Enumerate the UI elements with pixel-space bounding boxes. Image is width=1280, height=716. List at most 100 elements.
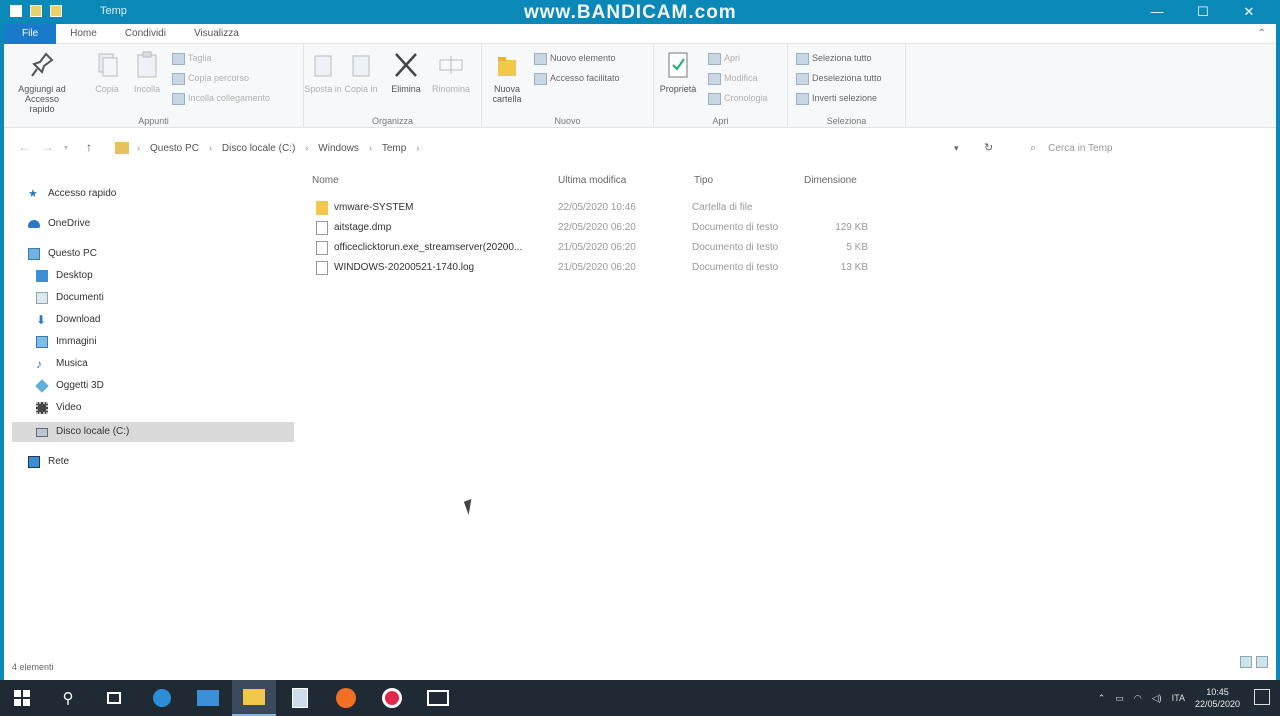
- task-view-button[interactable]: [92, 680, 136, 716]
- ribbon-collapse-icon[interactable]: ⌃: [1258, 28, 1266, 39]
- forward-arrow-icon[interactable]: →: [42, 140, 54, 154]
- breadcrumb-temp[interactable]: Temp: [382, 143, 406, 154]
- file-modified: 22/05/2020 06:20: [558, 222, 636, 233]
- breadcrumb-windows[interactable]: Windows: [318, 143, 359, 154]
- invert-selection-button[interactable]: Inverti selezione: [796, 90, 877, 106]
- recent-chevron-down-icon[interactable]: ▾: [64, 143, 68, 152]
- breadcrumb-sep-icon[interactable]: ›: [209, 143, 212, 153]
- refresh-icon[interactable]: ↻: [984, 141, 993, 154]
- breadcrumb-this-pc[interactable]: Questo PC: [150, 143, 199, 154]
- start-button[interactable]: [0, 680, 44, 716]
- folder-icon: [115, 142, 129, 154]
- network-tray-icon[interactable]: ▭: [1115, 693, 1124, 704]
- paste-shortcut-button[interactable]: Incolla collegamento: [172, 90, 270, 106]
- properties-icon[interactable]: [10, 5, 22, 17]
- select-all-button[interactable]: Seleziona tutto: [796, 50, 872, 66]
- tab-file[interactable]: File: [4, 24, 57, 44]
- breadcrumb-sep-icon[interactable]: ›: [137, 143, 140, 153]
- column-header-name[interactable]: Nome: [312, 175, 339, 186]
- chevron-up-icon[interactable]: ⌃: [1098, 693, 1106, 704]
- open-button[interactable]: Apri: [708, 50, 740, 66]
- star-icon: ★: [28, 188, 38, 200]
- history-button[interactable]: Cronologia: [708, 90, 768, 106]
- copy-path-button[interactable]: Copia percorso: [172, 70, 249, 86]
- search-box[interactable]: ⌕ Cerca in Temp: [1022, 137, 1258, 159]
- file-row[interactable]: officeclicktorun.exe_streamserver(20200.…: [312, 238, 892, 258]
- search-taskbar-button[interactable]: ⚲: [46, 680, 90, 716]
- task-view-icon: [107, 692, 121, 704]
- language-indicator[interactable]: ITA: [1172, 693, 1185, 703]
- edit-button[interactable]: Modifica: [708, 70, 758, 86]
- close-button[interactable]: ✕: [1226, 0, 1272, 24]
- breadcrumb-drive[interactable]: Disco locale (C:): [222, 143, 295, 154]
- text-file-icon: [316, 261, 328, 275]
- nav-onedrive[interactable]: OneDrive: [28, 214, 90, 234]
- file-explorer-taskbar-button[interactable]: [232, 680, 276, 716]
- back-arrow-icon[interactable]: ←: [18, 140, 30, 154]
- nav-videos[interactable]: Video: [36, 398, 81, 418]
- tab-share[interactable]: Condividi: [111, 24, 180, 44]
- breadcrumb-sep-icon[interactable]: ›: [416, 143, 419, 153]
- address-history-chevron-icon[interactable]: ▾: [954, 143, 959, 154]
- edge-taskbar-button[interactable]: [140, 680, 184, 716]
- nav-pictures[interactable]: Immagini: [36, 332, 97, 352]
- photos-taskbar-button[interactable]: [416, 680, 460, 716]
- new-item-dropdown[interactable]: Nuovo elemento: [534, 50, 616, 66]
- file-row[interactable]: WINDOWS-20200521-1740.log 21/05/2020 06:…: [312, 258, 892, 278]
- file-row[interactable]: aitstage.dmp 22/05/2020 06:20 Documento …: [312, 218, 892, 238]
- navigation-pane: ★ Accesso rapido OneDrive Questo PC Desk…: [4, 172, 296, 672]
- nav-local-disk[interactable]: Disco locale (C:): [12, 422, 294, 442]
- minimize-button[interactable]: —: [1134, 0, 1180, 24]
- nav-music[interactable]: ♪ Musica: [36, 354, 88, 374]
- app-taskbar-button[interactable]: [278, 680, 322, 716]
- nav-this-pc[interactable]: Questo PC: [28, 244, 97, 264]
- new-folder-button[interactable]: Nuova cartella: [486, 50, 528, 104]
- search-placeholder: Cerca in Temp: [1048, 142, 1113, 154]
- breadcrumb-sep-icon[interactable]: ›: [305, 143, 308, 153]
- volume-icon[interactable]: ◁): [1152, 693, 1162, 704]
- maximize-button[interactable]: ☐: [1180, 0, 1226, 24]
- copy-to-button[interactable]: Copia in: [342, 50, 380, 94]
- breadcrumb-sep-icon[interactable]: ›: [369, 143, 372, 153]
- column-header-size[interactable]: Dimensione: [804, 175, 857, 186]
- clock[interactable]: 10:45 22/05/2020: [1195, 686, 1240, 710]
- column-header-modified[interactable]: Ultima modifica: [558, 175, 626, 186]
- details-view-icon[interactable]: [1240, 656, 1252, 668]
- nav-3d-objects[interactable]: Oggetti 3D: [35, 376, 104, 396]
- mail-taskbar-button[interactable]: [186, 680, 230, 716]
- delete-button[interactable]: Elimina: [386, 50, 426, 94]
- move-to-icon: [314, 55, 332, 77]
- nav-network[interactable]: Rete: [28, 452, 69, 472]
- cut-button[interactable]: Taglia: [172, 50, 212, 66]
- pin-quick-access-button[interactable]: Aggiungi ad Accesso rapido: [12, 50, 72, 114]
- move-to-button[interactable]: Sposta in: [304, 50, 342, 94]
- tab-home[interactable]: Home: [56, 24, 111, 44]
- column-header-type[interactable]: Tipo: [694, 175, 713, 186]
- select-none-button[interactable]: Deseleziona tutto: [796, 70, 882, 86]
- folder-icon: [243, 689, 265, 705]
- group-label-new: Nuovo: [554, 116, 581, 126]
- new-folder-icon[interactable]: [30, 5, 42, 17]
- properties-button[interactable]: Proprietà: [654, 50, 702, 94]
- large-icons-view-icon[interactable]: [1256, 656, 1268, 668]
- rename-button[interactable]: Rinomina: [428, 50, 474, 94]
- folder-icon: [50, 5, 62, 17]
- paste-button[interactable]: Incolla: [128, 50, 166, 94]
- wifi-icon[interactable]: ◠: [1134, 693, 1142, 704]
- tab-view[interactable]: Visualizza: [180, 24, 253, 44]
- nav-desktop[interactable]: Desktop: [36, 266, 93, 286]
- nav-documents[interactable]: Documenti: [36, 288, 104, 308]
- nav-quick-access[interactable]: ★ Accesso rapido: [28, 184, 116, 204]
- breadcrumb[interactable]: › Questo PC › Disco locale (C:) › Window…: [108, 137, 970, 159]
- firefox-taskbar-button[interactable]: [324, 680, 368, 716]
- edge-icon: [153, 689, 171, 707]
- column-headers: Nome Ultima modifica Tipo Dimensione: [308, 172, 908, 190]
- copy-button[interactable]: Copia: [88, 50, 126, 94]
- easy-access-dropdown[interactable]: Accesso facilitato: [534, 70, 620, 86]
- file-row[interactable]: vmware-SYSTEM 22/05/2020 10:46 Cartella …: [312, 198, 892, 218]
- notification-center-icon[interactable]: [1254, 689, 1270, 705]
- nav-downloads[interactable]: ⬇ Download: [36, 310, 100, 330]
- bandicam-taskbar-button[interactable]: [370, 680, 414, 716]
- up-arrow-icon[interactable]: ↑: [86, 140, 92, 154]
- file-modified: 22/05/2020 10:46: [558, 202, 636, 213]
